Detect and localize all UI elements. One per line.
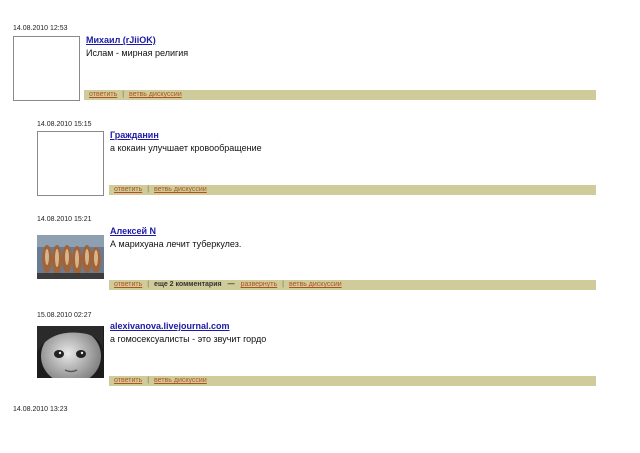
reply-link[interactable]: ответить: [114, 281, 142, 288]
comment-action-bar: ответить | еще 2 комментария — развернуть | ве…: [109, 280, 596, 290]
comment-author-link[interactable]: alexivanova.livejournal.com: [110, 321, 230, 331]
comment-date: 15.08.2010 02:27: [37, 312, 92, 319]
thread-link[interactable]: ветвь дискуссии: [154, 186, 207, 193]
comment-date: 14.08.2010 15:15: [37, 121, 92, 128]
comment-author-link[interactable]: Алексей N: [110, 226, 156, 236]
avatar-placeholder: [37, 131, 104, 196]
comment-action-bar: ответить | ветвь дискуссии: [109, 376, 596, 386]
comment-text: а кокаин улучшает кровообращение: [110, 143, 262, 153]
reply-link[interactable]: ответить: [114, 186, 142, 193]
comment-action-bar: ответить | ветвь дискуссии: [84, 90, 596, 100]
comment-text: Ислам - мирная религия: [86, 48, 189, 58]
comment-date: 14.08.2010 13:23: [13, 406, 68, 413]
avatar-placeholder: [13, 36, 80, 101]
comment-date: 14.08.2010 15:21: [37, 216, 92, 223]
separator: |: [122, 91, 125, 98]
reply-link[interactable]: ответить: [89, 91, 117, 98]
dash-separator: —: [227, 281, 235, 288]
separator: |: [147, 377, 150, 384]
comment-author-link[interactable]: Гражданин: [110, 130, 159, 140]
thread-link[interactable]: ветвь дискуссии: [129, 91, 182, 98]
expand-link[interactable]: развернуть: [241, 281, 278, 288]
more-comments-count: еще 2 комментария: [154, 281, 222, 288]
thread-link[interactable]: ветвь дискуссии: [154, 377, 207, 384]
separator: |: [147, 186, 150, 193]
comment-date: 14.08.2010 12:53: [13, 25, 68, 32]
comment-text: А марихуана лечит туберкулез.: [110, 239, 242, 249]
separator: |: [282, 281, 284, 288]
separator: |: [147, 281, 150, 288]
comment-author-link[interactable]: Михаил (rJiiOK): [86, 35, 156, 45]
comment-action-bar: ответить | ветвь дискуссии: [109, 185, 596, 195]
comment-text: а гомосексуалисты - это звучит гордо: [110, 334, 267, 344]
child-photo-avatar: [37, 326, 104, 378]
child-photo-image: [37, 326, 104, 378]
fish-photo-image: [37, 235, 104, 279]
reply-link[interactable]: ответить: [114, 377, 142, 384]
fish-photo-avatar: [37, 235, 104, 279]
thread-link[interactable]: ветвь дискуссии: [289, 281, 342, 288]
